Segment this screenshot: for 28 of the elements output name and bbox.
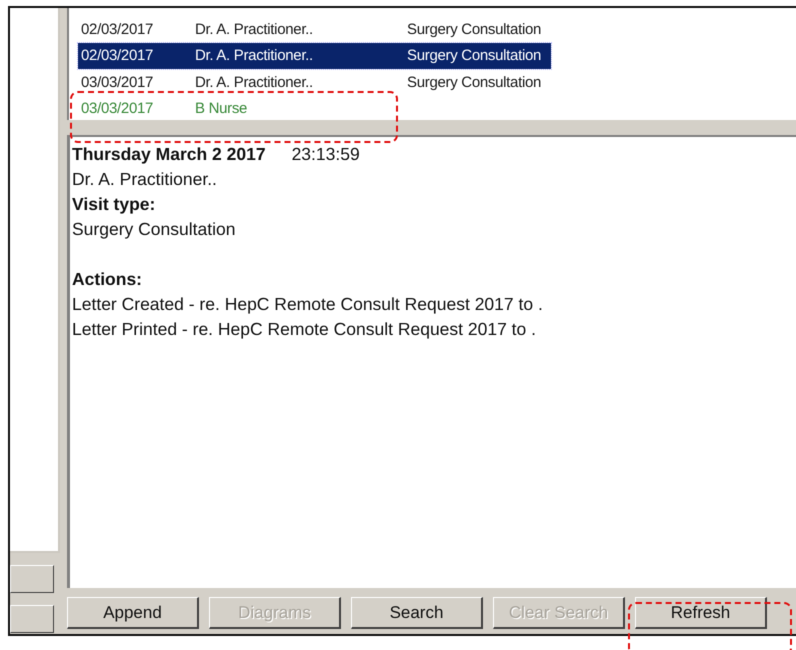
visit-row[interactable]: 02/03/2017 Dr. A. Practitioner.. Surgery Consultation bbox=[78, 42, 551, 69]
visit-clinician: Dr. A. Practitioner.. bbox=[195, 74, 314, 91]
action-entry: Letter Created - re. HepC Remote Consult Request 2017 to . bbox=[72, 293, 544, 316]
visit-date: 02/03/2017 bbox=[81, 47, 154, 64]
visit-row[interactable]: 03/03/2017 Dr. A. Practitioner.. Surgery Consultation bbox=[78, 69, 551, 96]
actions-label: Actions: bbox=[72, 268, 143, 291]
clinician-name: Dr. A. Practitioner.. bbox=[72, 168, 218, 191]
visit-row[interactable]: 02/03/2017 Dr. A. Practitioner.. Surgery Consultation bbox=[78, 16, 551, 42]
toolbar-button[interactable]: Search bbox=[351, 597, 483, 629]
toolbar-button[interactable]: Refresh bbox=[635, 597, 767, 629]
visit-date-heading: Thursday March 2 2017 bbox=[72, 144, 266, 164]
visit-row[interactable]: 03/03/2017 B Nurse bbox=[78, 96, 551, 120]
side-button[interactable] bbox=[10, 605, 54, 633]
visit-type-label: Visit type: bbox=[72, 193, 156, 216]
action-entry: Letter Printed - re. HepC Remote Consult Request 2017 to . bbox=[72, 318, 537, 341]
visit-type: Surgery Consultation bbox=[407, 20, 542, 38]
visit-date: 02/03/2017 bbox=[81, 20, 154, 38]
visit-clinician: Dr. A. Practitioner.. bbox=[195, 47, 314, 64]
visit-clinician: Dr. A. Practitioner.. bbox=[195, 20, 314, 38]
visit-clinician: B Nurse bbox=[195, 100, 248, 118]
side-button[interactable] bbox=[10, 565, 54, 593]
visit-type: Surgery Consultation bbox=[407, 74, 542, 91]
visit-type-value: Surgery Consultation bbox=[72, 218, 236, 241]
visit-date: 03/03/2017 bbox=[81, 100, 154, 118]
visit-date: 03/03/2017 bbox=[81, 74, 154, 91]
visit-type: Surgery Consultation bbox=[407, 47, 542, 64]
toolbar-button[interactable]: Append bbox=[67, 597, 199, 629]
visit-time: 23:13:59 bbox=[292, 144, 360, 164]
